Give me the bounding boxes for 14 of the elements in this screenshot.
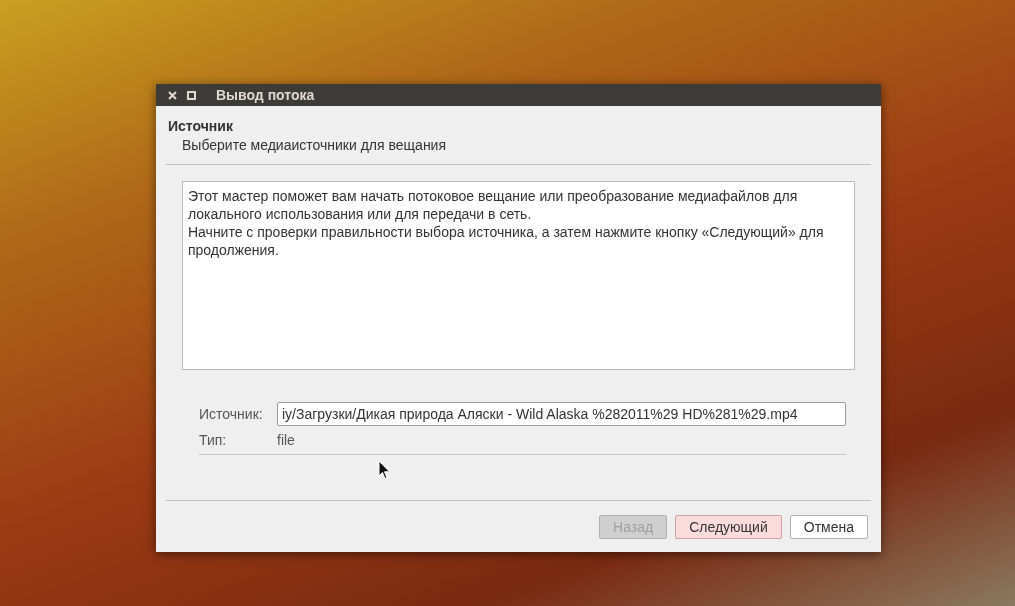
- window-title: Вывод потока: [216, 87, 315, 103]
- dialog-button[interactable]: Отмена: [789, 515, 868, 539]
- page-title: Источник: [168, 118, 233, 134]
- close-icon[interactable]: [168, 90, 177, 100]
- maximize-icon[interactable]: [187, 90, 196, 100]
- description-text: Этот мастер поможет вам начать потоковое вещание или преобразование медиафайлов для локального использования или для передачи в сеть.: [188, 187, 799, 223]
- source-field[interactable]: iy/Загрузки/Дикая природа Аляски - Wild Alaska %282011%29 HD%281%29.mp4: [277, 402, 846, 426]
- mouse-cursor-icon: [378, 460, 391, 480]
- dialog-button[interactable]: Следующий: [675, 515, 782, 539]
- type-value: file: [277, 432, 296, 448]
- field-label: Источник:: [199, 406, 264, 422]
- page-subtitle: Выберите медиаисточники для вещания: [182, 137, 446, 153]
- field-label: Тип:: [199, 432, 228, 448]
- description-text: Начните с проверки правильности выбора источника, а затем нажмите кнопку «Следующий» для продолжения.: [188, 223, 825, 259]
